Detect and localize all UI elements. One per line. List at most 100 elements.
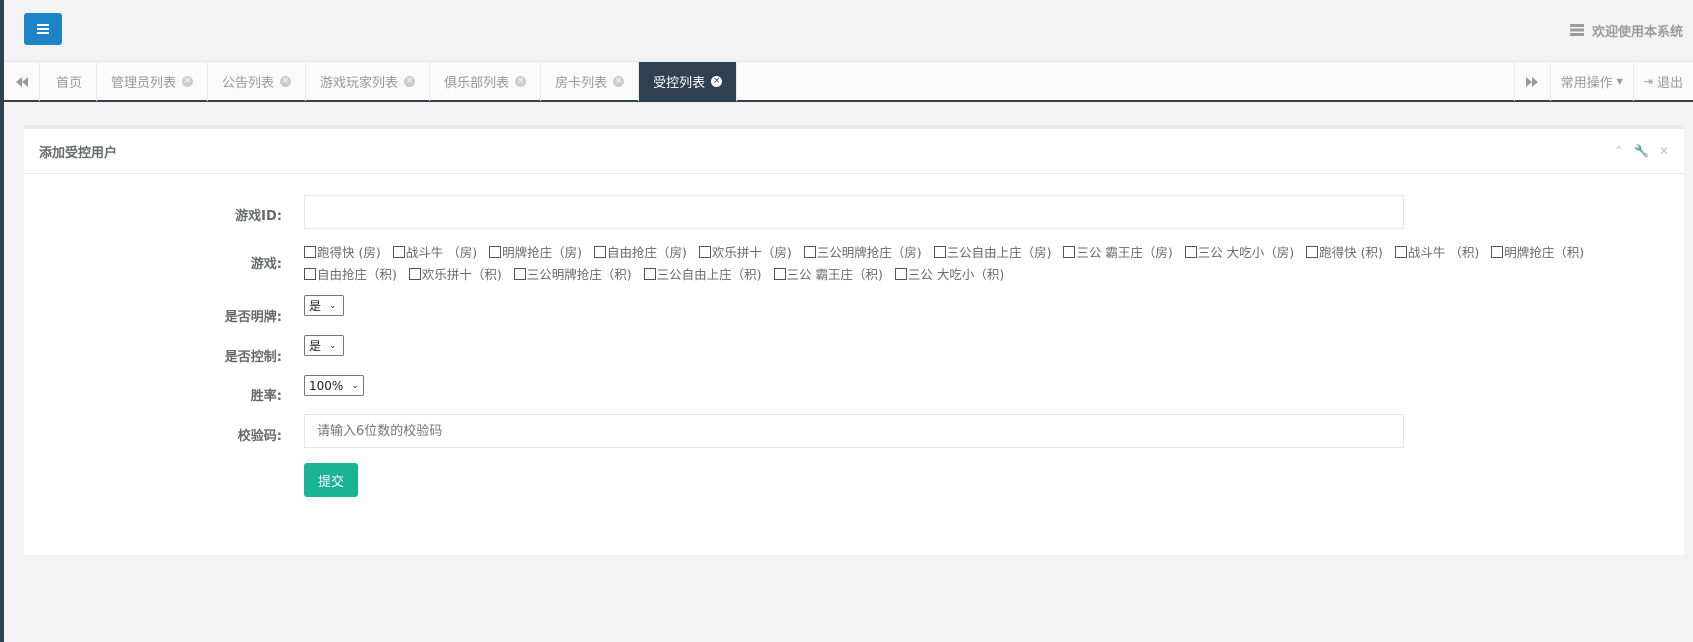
chevron-down-icon: ⌄ [329,300,337,311]
tab-item[interactable]: 游戏玩家列表 × [306,62,431,101]
checkbox[interactable] [1184,246,1197,258]
tab-label: 游戏玩家列表 [320,76,399,91]
panel-header: 添加受控用户 ⌃ 🔧 ✕ [24,129,1684,174]
checkbox[interactable] [408,268,421,280]
close-circle-icon[interactable]: × [182,76,194,87]
game-checkbox-item[interactable]: 三公明牌抢庄（房) [803,245,922,260]
game-checkbox-item[interactable]: 战斗牛 （房) [392,245,477,260]
tab-item[interactable]: 管理员列表 × [97,62,209,101]
tab-list: 首页 管理员列表 × 公告列表 × 游戏玩家列表 × 俱乐部列表 × 房卡列表 × 受控列表 × [42,62,738,101]
game-checkbox-label: 自由抢庄（房) [606,245,687,260]
win-rate-select[interactable]: 100% ⌄ [304,375,364,396]
game-checkbox-label: 三公 霸王庄（积) [786,267,883,282]
close-icon[interactable]: ✕ [1659,144,1669,158]
game-checkbox-label: 跑得快 (积) [1319,245,1383,260]
game-checkbox-label: 明牌抢庄（房) [502,245,582,260]
tabs-scroll-right-button[interactable] [1513,62,1550,101]
game-checkbox-item[interactable]: 明牌抢庄（房) [489,245,582,260]
tab-item[interactable]: 房卡列表 × [541,62,640,101]
show-cards-value: 是 [309,299,322,313]
checkbox[interactable] [643,268,656,280]
logout-button[interactable]: ⇥ 退出 [1632,62,1693,101]
server-icon [1569,24,1584,36]
tabs-scroll-left-button[interactable] [4,62,40,101]
top-navbar: 欢迎使用本系统 [4,0,1693,61]
game-checkbox-item[interactable]: 欢乐拼十（积) [408,267,502,282]
checkbox[interactable] [392,246,405,258]
logout-label: 退出 [1656,76,1683,91]
game-checkbox-item[interactable]: 三公 霸王庄（积) [773,267,883,282]
wrench-icon[interactable]: 🔧 [1634,144,1649,158]
caret-down-icon: ▼ [1616,77,1623,86]
show-cards-select[interactable]: 是 ⌄ [304,295,344,316]
close-circle-icon[interactable]: × [404,76,416,87]
game-checkbox-label: 欢乐拼十（积) [421,267,502,282]
game-checkbox-item[interactable]: 自由抢庄（积) [304,267,397,282]
tabs-right-tools: 常用操作 ▼ ⇥ 退出 [1513,62,1693,101]
game-checkbox-item[interactable]: 跑得快 (房) [304,245,381,260]
game-checkbox-item[interactable]: 三公自由上庄（积) [643,267,762,282]
game-checkbox-item[interactable]: 自由抢庄（房) [593,245,687,260]
submit-button[interactable]: 提交 [304,463,358,497]
controlled-select[interactable]: 是 ⌄ [304,335,344,356]
game-checkbox-label: 三公明牌抢庄（房) [816,245,922,260]
checkbox[interactable] [593,246,606,258]
close-circle-icon[interactable]: × [711,76,723,87]
game-checkbox-item[interactable]: 三公 霸王庄（房) [1063,245,1173,260]
checkbox[interactable] [933,246,946,258]
close-circle-icon[interactable]: × [280,76,292,87]
panel-tools: ⌃ 🔧 ✕ [1614,144,1669,158]
common-ops-dropdown[interactable]: 常用操作 ▼ [1549,62,1633,101]
game-id-input[interactable] [304,195,1404,229]
checkbox[interactable] [304,246,316,258]
game-checkbox-item[interactable]: 欢乐拼十（房) [698,245,792,260]
checkbox[interactable] [894,268,907,280]
show-cards-label: 是否明牌: [224,310,282,325]
win-rate-label: 胜率: [250,389,282,404]
checkbox[interactable] [803,246,816,258]
tab-item[interactable]: 首页 [42,62,98,101]
tab-item[interactable]: 公告列表 × [208,62,307,101]
checkbox[interactable] [513,268,526,280]
tab-label: 房卡列表 [555,76,608,91]
checkbox[interactable] [304,268,316,280]
menu-toggle-button[interactable] [24,13,62,45]
game-checkbox-label: 自由抢庄（积) [317,267,397,282]
tab-label: 管理员列表 [111,76,177,91]
welcome-message: 欢迎使用本系统 [1569,20,1683,40]
tab-label: 受控列表 [653,76,706,91]
tab-label: 首页 [56,76,83,91]
game-checkbox-item[interactable]: 三公明牌抢庄（积) [513,267,632,282]
checkbox[interactable] [1491,246,1504,258]
game-checkbox-label: 三公自由上庄（积) [656,267,762,282]
close-circle-icon[interactable]: × [613,76,625,87]
collapse-icon[interactable]: ⌃ [1614,144,1624,158]
game-checkbox-item[interactable]: 战斗牛 （积) [1394,245,1479,260]
hamburger-icon [37,24,49,34]
game-checkbox-item[interactable]: 三公 大吃小（积) [894,267,1004,282]
checkbox[interactable] [1063,246,1076,258]
controlled-label: 是否控制: [224,350,282,365]
tab-item[interactable]: 俱乐部列表 × [430,62,542,101]
game-checkbox-item[interactable]: 三公自由上庄（房) [933,245,1051,260]
game-checkbox-label: 三公 霸王庄（房) [1076,245,1173,260]
game-checkbox-item[interactable]: 三公 大吃小（房) [1184,245,1294,260]
chevron-down-icon: ⌄ [329,340,337,351]
checkbox[interactable] [698,246,711,258]
tabs-bar: 首页 管理员列表 × 公告列表 × 游戏玩家列表 × 俱乐部列表 × 房卡列表 × 受控列表 × 常用操… [4,61,1693,102]
checkbox[interactable] [489,246,502,258]
controlled-value: 是 [309,339,322,353]
checkbox[interactable] [773,268,786,280]
checkbox[interactable] [1306,246,1319,258]
verify-code-input[interactable] [304,414,1404,448]
game-checkbox-item[interactable]: 跑得快 (积) [1306,245,1383,260]
panel-title: 添加受控用户 [39,145,118,161]
game-checkbox-label: 跑得快 (房) [317,245,381,260]
game-checkbox-item[interactable]: 明牌抢庄（积) [1491,245,1584,260]
win-rate-value: 100% [309,378,344,393]
checkbox[interactable] [1394,246,1407,258]
game-id-label: 游戏ID: [235,209,282,224]
tab-item[interactable]: 受控列表 × [639,62,738,101]
verify-code-label: 校验码: [237,429,282,444]
close-circle-icon[interactable]: × [515,76,527,87]
